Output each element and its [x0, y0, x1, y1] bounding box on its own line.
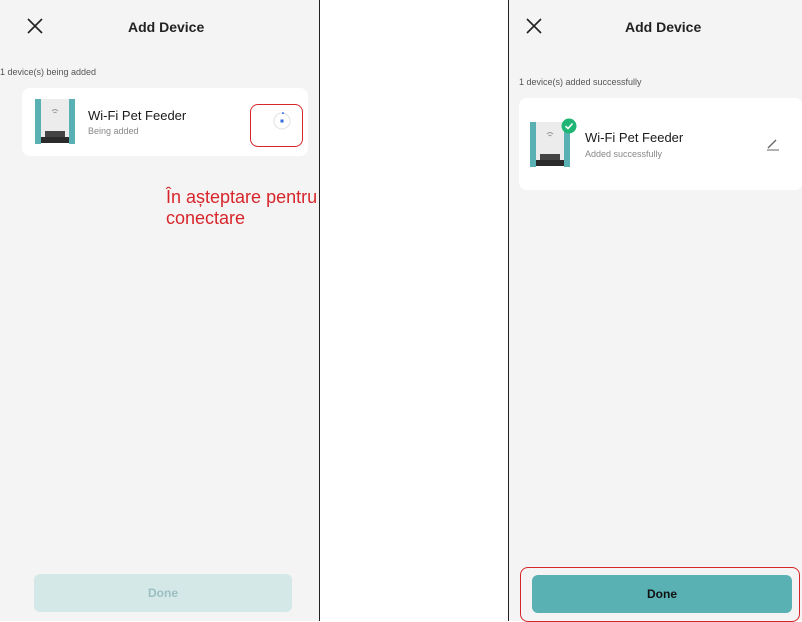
device-name: Wi-Fi Pet Feeder: [88, 108, 187, 123]
loading-callout: [250, 104, 303, 147]
left-screen: Add Device 1 device(s) being added Wi-Fi…: [0, 0, 320, 621]
topbar: Add Device: [509, 0, 802, 56]
success-check-icon: [561, 118, 577, 134]
device-status: Added successfully: [585, 149, 663, 159]
done-button[interactable]: Done: [34, 574, 292, 612]
close-icon[interactable]: [24, 15, 46, 37]
edit-icon[interactable]: [765, 136, 781, 152]
status-text: 1 device(s) being added: [0, 67, 97, 77]
status-text: 1 device(s) added successfully: [519, 77, 642, 87]
close-icon[interactable]: [523, 15, 545, 37]
page-title: Add Device: [128, 19, 205, 35]
done-callout: [520, 567, 800, 622]
topbar: Add Device: [0, 0, 319, 56]
device-status: Being added: [88, 126, 139, 136]
device-image: [35, 99, 75, 144]
annotation-text: În așteptare pentru conectare: [166, 187, 318, 228]
device-card[interactable]: Wi-Fi Pet Feeder Added successfully: [519, 98, 802, 190]
device-name: Wi-Fi Pet Feeder: [585, 130, 684, 145]
page-title: Add Device: [625, 19, 702, 35]
right-screen: Add Device 1 device(s) added successfull…: [508, 0, 802, 621]
